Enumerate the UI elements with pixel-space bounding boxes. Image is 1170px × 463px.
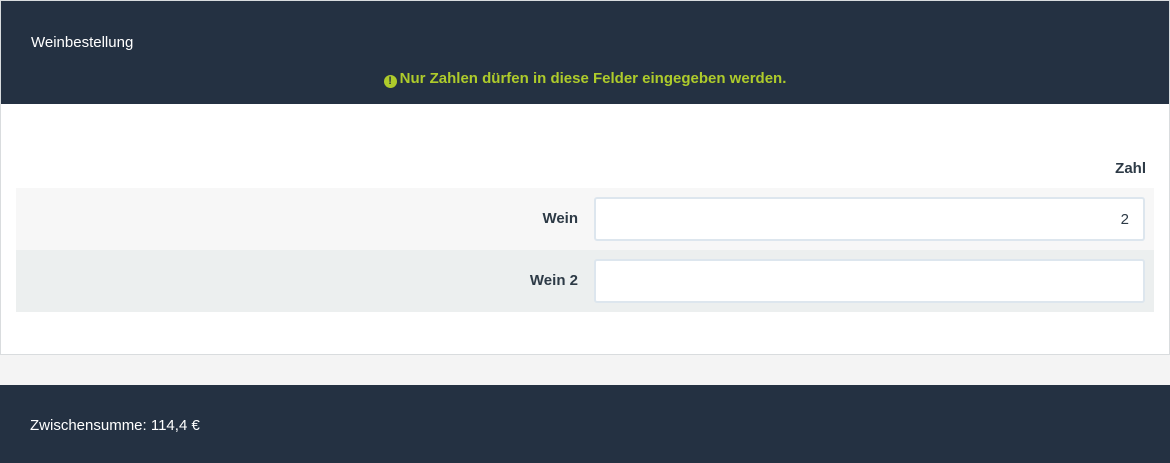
quantity-input-wein-2[interactable] [594, 259, 1145, 303]
row-label: Wein 2 [529, 272, 578, 289]
panel-header: Weinbestellung ! Nur Zahlen dürfen in die… [1, 1, 1169, 104]
table-row: Wein [16, 188, 1154, 250]
subtotal-text: Zwischensumme: 114,4 € [30, 417, 200, 434]
exclamation-circle-icon: ! [383, 75, 397, 88]
column-header-zahl: Zahl [1115, 160, 1146, 177]
warning-text: Nur Zahlen dürfen in diese Felder eingeg… [399, 70, 787, 87]
footer-bar: Zwischensumme: 114,4 € [0, 385, 1170, 463]
quantity-input-wein[interactable] [594, 197, 1145, 241]
order-panel: Weinbestellung ! Nur Zahlen dürfen in die… [0, 0, 1170, 355]
validation-warning: ! Nur Zahlen dürfen in diese Felder einge… [1, 70, 1169, 88]
row-label: Wein [542, 210, 578, 227]
panel-title: Weinbestellung [31, 34, 134, 51]
table-row: Wein 2 [16, 250, 1154, 312]
